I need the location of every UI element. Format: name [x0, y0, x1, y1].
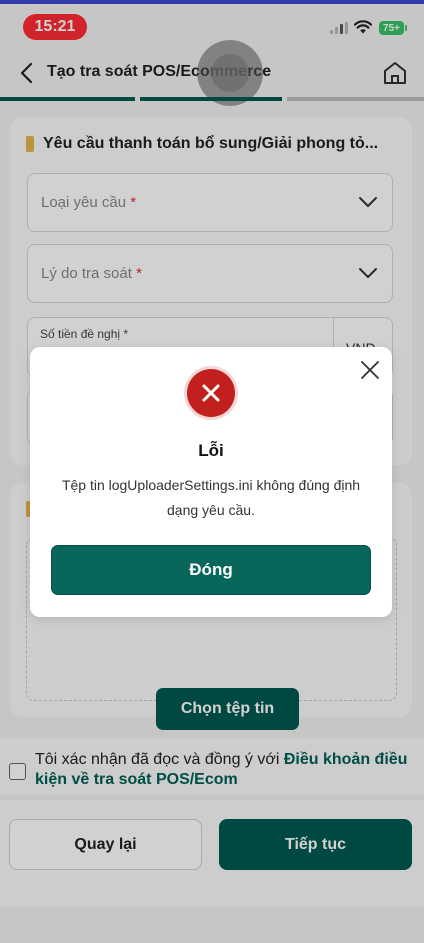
dialog-title: Lỗi: [198, 441, 224, 460]
error-dialog: Lỗi Tệp tin logUploaderSettings.ini khôn…: [30, 347, 392, 617]
close-button[interactable]: Đóng: [51, 545, 371, 595]
dialog-message: Tệp tin logUploaderSettings.ini không đú…: [61, 477, 361, 518]
close-icon[interactable]: [359, 359, 381, 381]
error-icon: [187, 369, 235, 417]
app-screen: 15:21 75+ Tạo tra soát POS/Ecommerce Yêu…: [0, 0, 424, 943]
